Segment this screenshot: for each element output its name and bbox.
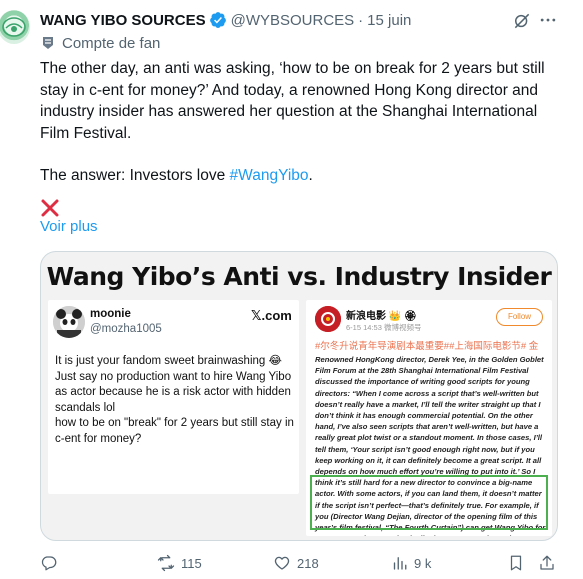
more-options-icon[interactable]: [538, 10, 558, 30]
cross-mark-icon: [41, 199, 59, 217]
separator-dot: ·: [358, 11, 364, 29]
x-logo: 𝕏.com: [251, 308, 292, 323]
views-chart-icon: [393, 557, 407, 570]
weibo-post-card: 新浪电影 👑 🏵 6-15 14:53 微博视频号 Follow #尔冬升说青年…: [306, 300, 552, 536]
tweet-paragraph-1: The other day, an anti was asking, ‘how …: [40, 60, 545, 142]
highlight-box: [310, 475, 548, 530]
anti-post-line: Just say no production want to hire Wang…: [55, 370, 292, 414]
verified-badge-icon: [209, 12, 226, 28]
show-more-link[interactable]: Voir plus: [40, 218, 98, 235]
fan-account-label: Compte de fan: [62, 34, 161, 52]
bookmark-button[interactable]: [507, 554, 531, 572]
grok-icon[interactable]: [512, 11, 532, 31]
anti-avatar: [53, 306, 85, 338]
author-avatar[interactable]: [0, 10, 30, 44]
hashtag-link[interactable]: #WangYibo: [230, 167, 309, 184]
sina-film-meta: 6-15 14:53 微博视频号: [346, 323, 422, 332]
retweet-icon: [157, 554, 175, 572]
tweet-media-image[interactable]: Wang Yibo’s Anti vs. Industry Insider mo…: [40, 251, 558, 541]
share-icon: [540, 555, 554, 570]
tweet-paragraph-2-text: The answer: Investors love: [40, 167, 230, 184]
share-button[interactable]: [538, 554, 562, 572]
anti-handle: @mozha1005: [90, 323, 162, 335]
retweet-button[interactable]: 115: [157, 554, 202, 572]
tweet-action-bar: 115 218 9 k: [40, 554, 560, 574]
tweet-header: WANG YIBO SOURCES @WYBSOURCES · 15 juin: [40, 9, 411, 31]
reply-icon: [41, 556, 57, 571]
anti-avatar-image: [53, 306, 85, 338]
anti-post-text: It is just your fandom sweet brainwashin…: [55, 354, 299, 447]
media-title: Wang Yibo’s Anti vs. Industry Insider: [46, 262, 552, 291]
like-count: 218: [297, 555, 319, 571]
tweet-paragraph-2: The answer: Investors love #WangYibo.: [40, 165, 560, 187]
tweet-paragraph-2-end: .: [308, 167, 313, 184]
views-button[interactable]: 9 k: [390, 554, 431, 572]
anti-name: moonie: [90, 308, 131, 320]
weibo-hashtags: #尔冬升说青年导演剧本最重要##上海国际电影节# 金: [315, 341, 539, 352]
fan-account-icon: [43, 37, 53, 49]
author-name[interactable]: WANG YIBO SOURCES: [40, 12, 206, 29]
anti-post-line: It is just your fandom sweet brainwashin…: [55, 355, 282, 367]
retweet-count: 115: [181, 555, 202, 571]
tweet-timestamp[interactable]: 15 juin: [367, 12, 411, 29]
views-count: 9 k: [414, 555, 432, 571]
heart-icon: [274, 556, 290, 570]
reply-button[interactable]: [40, 554, 64, 572]
anti-post-line: how to be on "break" for 2 years but sti…: [55, 417, 294, 445]
sina-film-name: 新浪电影 👑 🏵: [346, 311, 417, 322]
follow-button: Follow: [496, 308, 543, 326]
sina-film-avatar: [315, 306, 341, 332]
sina-film-logo-icon: [315, 306, 341, 332]
anti-post-card: moonie @mozha1005 𝕏.com It is just your …: [48, 300, 299, 494]
avatar-logo-icon: [2, 17, 26, 37]
tweet-text: The other day, an anti was asking, ‘how …: [40, 58, 560, 208]
like-button[interactable]: 218: [273, 554, 319, 572]
bookmark-icon: [510, 555, 522, 571]
fan-account-row: Compte de fan: [40, 33, 160, 53]
author-handle[interactable]: @WYBSOURCES: [231, 12, 355, 29]
